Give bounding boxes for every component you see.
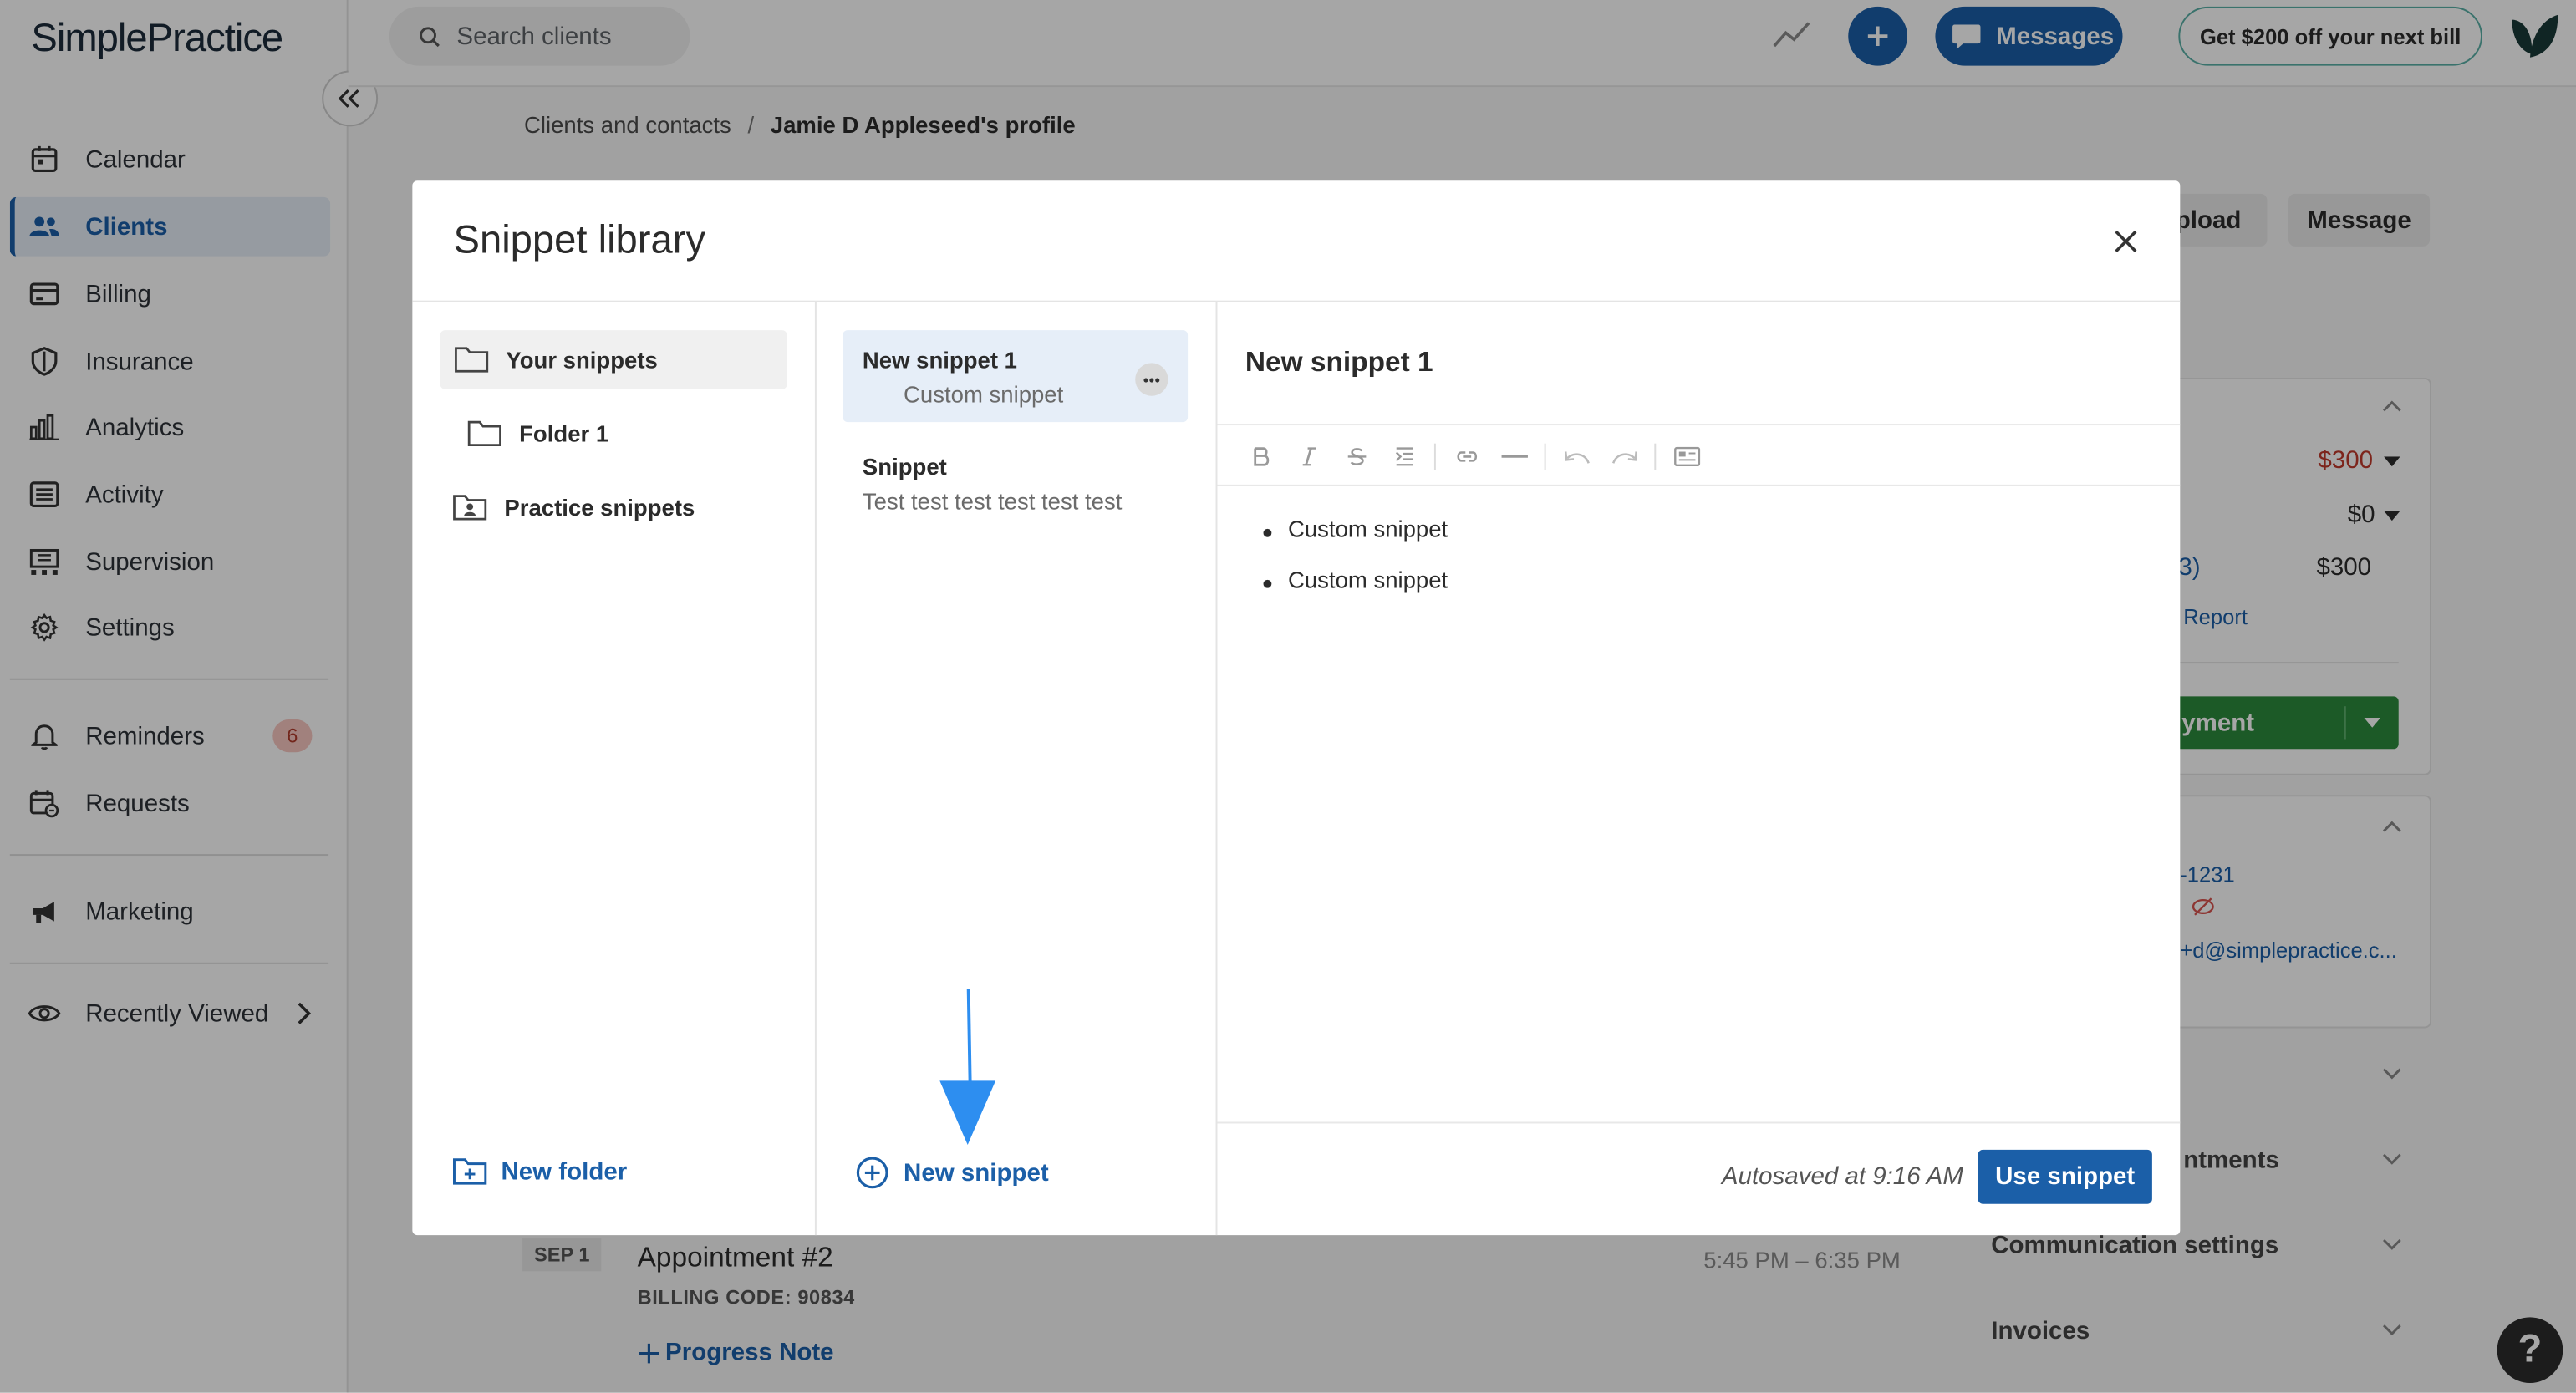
- new-snippet-label: New snippet: [904, 1158, 1049, 1187]
- ellipsis-icon: [1143, 377, 1160, 382]
- close-icon: [2113, 228, 2139, 254]
- snippet-title: Snippet: [862, 453, 947, 480]
- bullet-item: Custom snippet: [1263, 516, 1448, 567]
- snippet-library-modal: Snippet library Your snippets Folder 1 P…: [412, 180, 2181, 1236]
- snippet-title: New snippet 1: [862, 346, 1017, 374]
- link-icon[interactable]: [1443, 439, 1490, 475]
- bullet-item: Custom snippet: [1263, 567, 1448, 618]
- folder-label: Practice snippets: [504, 494, 695, 521]
- folder-icon: [466, 419, 502, 448]
- folder-item-folder-1[interactable]: Folder 1: [466, 404, 608, 464]
- editor-divider: [1217, 424, 2181, 426]
- folder-label: Folder 1: [519, 420, 609, 447]
- autosave-status: Autosaved at 9:16 AM: [1721, 1162, 1963, 1192]
- folder-icon: [453, 345, 489, 374]
- more-options-button[interactable]: [1135, 363, 1168, 396]
- toolbar-separator: [1544, 443, 1546, 470]
- close-button[interactable]: [2108, 223, 2144, 259]
- snippet-item[interactable]: Snippet Test test test test test test: [843, 437, 1188, 529]
- insert-field-icon[interactable]: [1662, 439, 1710, 475]
- toolbar-separator: [1433, 443, 1436, 470]
- italic-icon[interactable]: [1285, 439, 1332, 475]
- editor-divider: [1217, 484, 2181, 486]
- horizontal-rule-icon[interactable]: [1490, 439, 1538, 475]
- folder-item-your-snippets[interactable]: Your snippets: [440, 330, 787, 389]
- folder-label: Your snippets: [506, 346, 658, 374]
- snippet-title-field[interactable]: New snippet 1: [1245, 347, 1433, 379]
- redo-icon[interactable]: [1600, 439, 1647, 475]
- add-folder-icon: [452, 1157, 488, 1186]
- column-divider: [814, 302, 817, 1236]
- indent-icon[interactable]: [1380, 439, 1428, 475]
- undo-icon[interactable]: [1552, 439, 1600, 475]
- snippet-subtitle: Custom snippet: [904, 381, 1064, 408]
- new-folder-button[interactable]: New folder: [452, 1157, 628, 1186]
- toolbar-separator: [1654, 443, 1657, 470]
- modal-header-divider: [412, 300, 2181, 302]
- snippet-body-editor[interactable]: Custom snippet Custom snippet: [1263, 516, 1448, 618]
- use-snippet-button[interactable]: Use snippet: [1978, 1149, 2152, 1204]
- snippet-subtitle: Test test test test test test: [862, 487, 1123, 515]
- editor-toolbar: [1237, 439, 1710, 475]
- modal-title: Snippet library: [453, 218, 706, 263]
- arrow-annotation-icon: [938, 989, 997, 1146]
- folder-item-practice-snippets[interactable]: Practice snippets: [452, 478, 695, 537]
- new-snippet-button[interactable]: New snippet: [856, 1157, 1049, 1189]
- new-folder-label: New folder: [501, 1157, 628, 1186]
- editor-footer-divider: [1217, 1121, 2181, 1124]
- shared-folder-icon: [452, 493, 488, 522]
- snippet-item[interactable]: New snippet 1 Custom snippet: [843, 330, 1189, 423]
- plus-circle-icon: [856, 1157, 888, 1189]
- strikethrough-icon[interactable]: [1332, 439, 1380, 475]
- column-divider: [1215, 302, 1218, 1236]
- bold-icon[interactable]: [1237, 439, 1285, 475]
